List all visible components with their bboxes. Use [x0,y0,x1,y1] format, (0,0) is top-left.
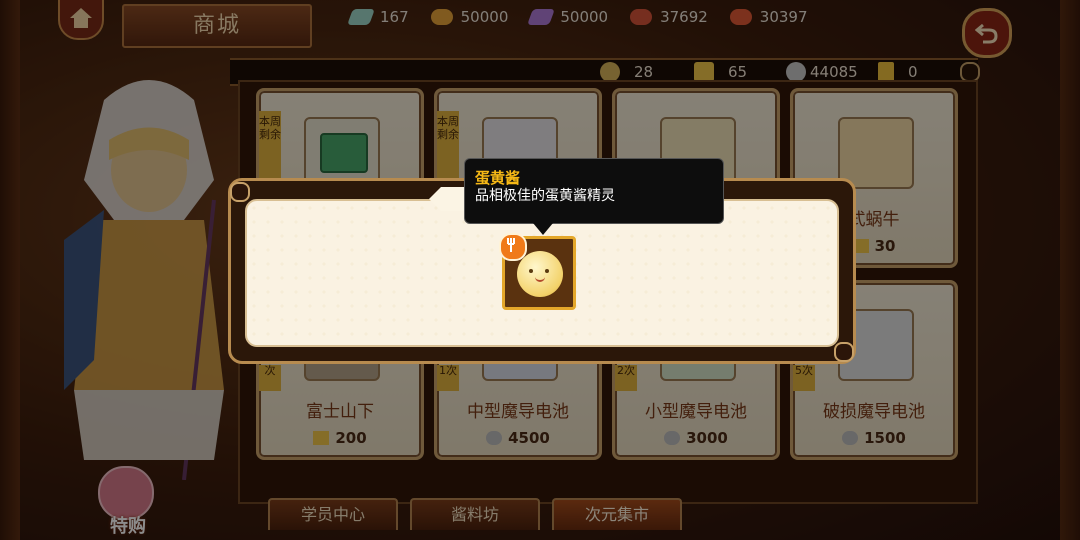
face-icon [529,269,551,282]
reward-item[interactable] [499,233,576,310]
egg-yolk-icon [517,251,563,297]
item-tooltip: 蛋黄酱 品相极佳的蛋黄酱精灵 [464,158,724,235]
modal-stud-left [230,182,250,202]
fork-icon [499,233,527,261]
modal-stud-right [834,342,854,362]
tooltip-description: 品相极佳的蛋黄酱精灵 [475,188,615,204]
